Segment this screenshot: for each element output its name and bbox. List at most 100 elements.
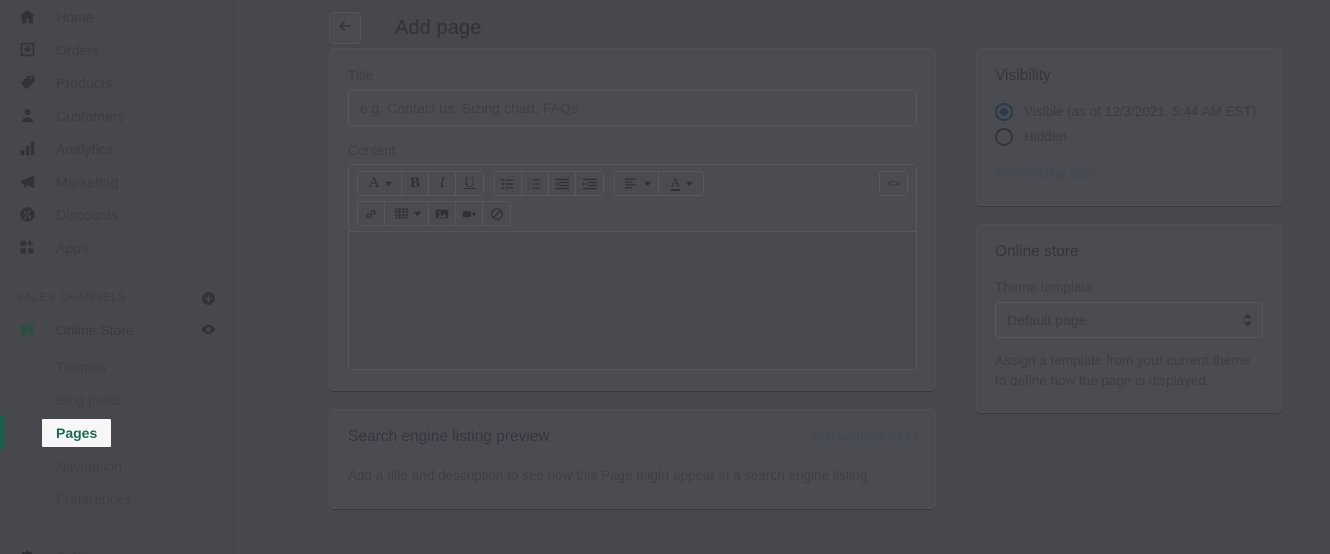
- sidebar-item-marketing[interactable]: Marketing: [0, 165, 238, 198]
- online-store-card-title: Online store: [995, 243, 1079, 260]
- sidebar-item-apps[interactable]: Apps: [0, 231, 238, 264]
- radio-visible-label: Visible (as of 12/3/2021, 5:44 AM EST): [1024, 103, 1257, 119]
- visibility-card-title: Visibility: [995, 67, 1051, 84]
- outdent-icon[interactable]: [549, 172, 576, 196]
- analytics-bars-icon: [16, 139, 38, 159]
- sidebar-label: Marketing: [56, 173, 119, 190]
- sidebar-item-orders[interactable]: Orders: [0, 33, 238, 66]
- main-sidebar: Home Orders Products Customers Analytics…: [0, 0, 239, 554]
- back-button[interactable]: [329, 12, 361, 44]
- sidebar-item-analytics[interactable]: Analytics: [0, 132, 238, 165]
- sidebar-label: Pages: [56, 424, 98, 441]
- primary-column: Title Content A: [329, 48, 936, 509]
- sidebar-item-discounts[interactable]: Discounts: [0, 198, 238, 231]
- secondary-column: Visibility Visible (as of 12/3/2021, 5:4…: [976, 48, 1282, 431]
- sidebar-item-home[interactable]: Home: [0, 0, 238, 33]
- content-rich-text-editor[interactable]: A B I U 1 2 3 A <>: [348, 164, 917, 371]
- title-field-label: Title: [348, 68, 374, 83]
- sidebar-label: Analytics: [56, 140, 113, 157]
- indent-icon[interactable]: [576, 172, 603, 195]
- apps-grid-plus-icon: [16, 238, 38, 258]
- plus-circle-icon[interactable]: [201, 291, 216, 306]
- editor-toolbar: A B I U 1 2 3 A <>: [349, 165, 916, 233]
- sidebar-label: Blog posts: [56, 391, 122, 408]
- text-color-icon[interactable]: A: [659, 172, 703, 195]
- seo-preview-card: Search engine listing preview Edit websi…: [329, 409, 936, 509]
- bold-icon[interactable]: B: [402, 172, 429, 196]
- sidebar-label: Themes: [56, 358, 107, 375]
- online-store-card: Online store Theme template Default page: [976, 224, 1282, 414]
- link-icon[interactable]: [358, 202, 385, 226]
- sidebar-label: Navigation: [56, 457, 123, 474]
- eye-icon[interactable]: [201, 322, 216, 337]
- store-icon: [16, 320, 38, 340]
- sidebar-item-navigation[interactable]: Navigation: [0, 449, 238, 482]
- editor-content-area[interactable]: [349, 232, 916, 370]
- select-stepper-icon: [1243, 312, 1252, 327]
- edit-website-seo-link[interactable]: Edit website SEO: [812, 429, 917, 444]
- align-left-icon[interactable]: [615, 172, 659, 196]
- arrow-left-icon: [337, 18, 353, 39]
- content-columns: Title Content A: [239, 48, 1330, 509]
- underline-icon[interactable]: U: [456, 172, 483, 195]
- sidebar-label: Discounts: [56, 206, 119, 223]
- image-icon[interactable]: [429, 202, 456, 226]
- table-icon[interactable]: [385, 202, 429, 226]
- sales-channels-header: SALES CHANNELS: [0, 283, 238, 313]
- active-pill: Pages: [42, 418, 112, 447]
- chevron-down-icon: [413, 211, 421, 217]
- italic-icon[interactable]: I: [429, 172, 456, 196]
- toolbar-group-text-format: A B I U: [357, 171, 484, 197]
- sidebar-bottom-partial-item[interactable]: Settings: [0, 540, 238, 554]
- page-details-card: Title Content A: [329, 48, 936, 392]
- sidebar-label: Orders: [56, 41, 100, 58]
- sidebar-item-blog-posts[interactable]: Blog posts: [0, 383, 238, 416]
- theme-template-help-text: Assign a template from your current them…: [995, 352, 1251, 388]
- clear-formatting-icon[interactable]: [483, 202, 510, 225]
- theme-template-select[interactable]: Default page: [995, 301, 1263, 338]
- marketing-megaphone-icon: [16, 172, 38, 192]
- radio-visible[interactable]: [995, 103, 1013, 121]
- toolbar-group-insert: [357, 201, 511, 227]
- video-icon[interactable]: [456, 202, 483, 226]
- home-icon: [16, 7, 38, 27]
- numbered-list-icon[interactable]: 123: [522, 172, 549, 196]
- visibility-card: Visibility Visible (as of 12/3/2021, 5:4…: [976, 48, 1282, 206]
- sidebar-item-products[interactable]: Products: [0, 66, 238, 99]
- theme-template-value: Default page: [1007, 311, 1087, 328]
- online-store-subnav: Themes Blog posts Pages Navigation Prefe…: [0, 346, 238, 515]
- toolbar-group-lists: 123: [494, 171, 604, 197]
- toolbar-group-align-color: A: [614, 171, 704, 197]
- visibility-option-hidden[interactable]: Hidden: [995, 128, 1263, 146]
- sidebar-label: Customers: [56, 107, 125, 124]
- gear-icon: [16, 549, 38, 554]
- discounts-percent-icon: [16, 205, 38, 225]
- sidebar-item-preferences[interactable]: Preferences: [0, 482, 238, 515]
- sidebar-label: Preferences: [56, 490, 132, 507]
- sidebar-item-customers[interactable]: Customers: [0, 99, 238, 132]
- active-indicator-bar: [0, 416, 4, 449]
- code-view-icon[interactable]: <>: [880, 172, 907, 195]
- visibility-option-visible[interactable]: Visible (as of 12/3/2021, 5:44 AM EST): [995, 103, 1263, 121]
- toolbar-row-2: [357, 201, 908, 227]
- toolbar-group-html: <>: [879, 171, 908, 197]
- sidebar-item-pages[interactable]: Pages: [0, 416, 238, 449]
- format-font-icon[interactable]: A: [358, 172, 402, 196]
- main-content-area: Add page Title Content: [239, 0, 1330, 554]
- bulleted-list-icon[interactable]: [495, 172, 522, 196]
- orders-icon: [16, 40, 38, 60]
- sidebar-label: Settings: [56, 549, 107, 554]
- seo-description-text: Add a title and description to see how t…: [348, 468, 868, 484]
- radio-hidden[interactable]: [995, 128, 1013, 146]
- set-visibility-date-link[interactable]: Set visibility date: [995, 166, 1096, 181]
- chevron-down-icon: [385, 181, 393, 187]
- page-title: Add page: [395, 16, 482, 39]
- chevron-down-icon: [643, 181, 651, 187]
- sidebar-item-themes[interactable]: Themes: [0, 350, 238, 383]
- sales-channels-title: SALES CHANNELS: [16, 292, 127, 304]
- page-header: Add page: [239, 0, 1330, 48]
- title-input[interactable]: [348, 89, 917, 126]
- svg-text:3: 3: [528, 186, 531, 191]
- sidebar-item-online-store[interactable]: Online Store: [0, 313, 238, 346]
- shopify-admin-add-page-screen: Home Orders Products Customers Analytics…: [0, 0, 1330, 554]
